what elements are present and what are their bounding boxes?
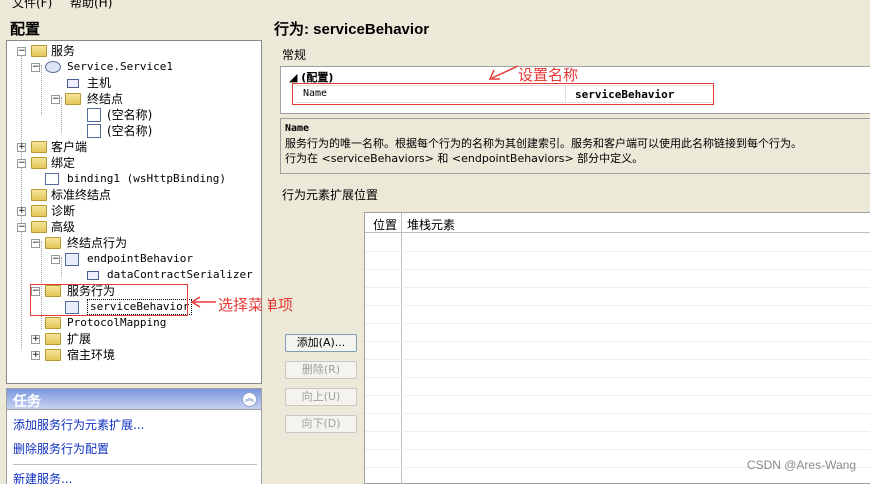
- collapse-icon[interactable]: −: [51, 255, 60, 264]
- tree-node-advanced[interactable]: − 高级: [17, 219, 137, 235]
- folder-icon: [45, 317, 61, 329]
- folder-icon: [65, 93, 81, 105]
- expand-icon[interactable]: +: [17, 143, 26, 152]
- grid-row-line: [365, 413, 870, 414]
- annotation-set-name: 设置名称: [518, 66, 579, 84]
- column-stack-element[interactable]: 堆栈元素: [407, 216, 455, 233]
- watermark: CSDN @Ares-Wang: [746, 458, 856, 472]
- folder-icon: [31, 221, 47, 233]
- behavior-icon: [65, 253, 79, 266]
- property-description: Name 服务行为的唯一名称。根据每个行为的名称为其创建索引。服务和客户端可以使…: [280, 118, 870, 174]
- grid-row-line: [365, 305, 870, 306]
- remove-button[interactable]: 删除(R): [285, 361, 357, 379]
- page-title-text: 行为: serviceBehavior: [274, 21, 430, 38]
- tree-node-extensions[interactable]: + 扩展: [31, 331, 151, 347]
- tree-node-std-endpoints[interactable]: 标准终结点: [17, 187, 157, 203]
- folder-icon: [45, 333, 61, 345]
- annotation-select-box: [30, 284, 188, 316]
- page-title: 行为: serviceBehavior: [270, 16, 870, 42]
- splitter[interactable]: [264, 14, 268, 484]
- folder-icon: [31, 45, 47, 57]
- grid-row-line: [365, 377, 870, 378]
- expand-icon[interactable]: +: [31, 335, 40, 344]
- collapse-icon[interactable]: −: [17, 223, 26, 232]
- collapse-icon[interactable]: −: [51, 95, 60, 104]
- folder-icon: [45, 237, 61, 249]
- tree-node-hosting[interactable]: + 宿主环境: [31, 347, 151, 363]
- annotation-select-item: 选择菜单项: [218, 296, 294, 314]
- folder-icon: [31, 141, 47, 153]
- add-button[interactable]: 添加(A)...: [285, 334, 357, 352]
- task-new-service[interactable]: 新建服务...: [13, 470, 72, 484]
- grid-row-line: [365, 323, 870, 324]
- tree-node-protocol-mapping[interactable]: ProtocolMapping: [31, 315, 191, 331]
- annotation-name-box: [292, 83, 714, 105]
- menu-file[interactable]: 文件(F): [12, 0, 52, 11]
- task-separator: [13, 464, 257, 465]
- description-line-2: 行为在 <serviceBehaviors> 和 <endpointBehavi…: [285, 152, 644, 165]
- task-add-extension[interactable]: 添加服务行为元素扩展...: [13, 416, 144, 433]
- endpoint-icon: [87, 124, 101, 138]
- move-up-button[interactable]: 向上(U): [285, 388, 357, 406]
- grid-row-line: [365, 341, 870, 342]
- host-icon: [67, 79, 79, 88]
- tasks-header: 任务 ︽: [6, 388, 262, 410]
- config-tree[interactable]: − 服务 − Service.Service1 主机 − 终结点 (空名称) (…: [6, 40, 262, 384]
- grid-row-line: [365, 395, 870, 396]
- tree-node-dcs[interactable]: dataContractSerializer: [71, 267, 261, 283]
- grid-row-line: [365, 269, 870, 270]
- folder-icon: [31, 205, 47, 217]
- tree-node-service1[interactable]: − Service.Service1: [31, 59, 231, 75]
- tree-node-bindings[interactable]: − 绑定: [17, 155, 137, 171]
- expand-icon[interactable]: +: [31, 351, 40, 360]
- tree-node-host[interactable]: 主机: [51, 75, 171, 91]
- endpoint-icon: [87, 108, 101, 122]
- task-delete-behavior[interactable]: 删除服务行为配置: [13, 440, 109, 457]
- grid-header: 位置 堆栈元素: [365, 213, 870, 233]
- tree-node-endpoints[interactable]: − 终结点: [51, 91, 171, 107]
- tree-node-endpoint-behaviors[interactable]: − 终结点行为: [31, 235, 171, 251]
- element-icon: [87, 271, 99, 280]
- folder-icon: [45, 349, 61, 361]
- menu-bar: 文件(F) 帮助(H): [0, 0, 870, 12]
- general-section-label: 常规: [282, 48, 307, 62]
- service-icon: [45, 61, 61, 73]
- tree-node-diagnostics[interactable]: + 诊断: [17, 203, 137, 219]
- tree-node-endpoint-empty1[interactable]: (空名称): [71, 107, 191, 123]
- grid-row-line: [365, 431, 870, 432]
- grid-row-line: [365, 251, 870, 252]
- binding-icon: [45, 173, 59, 185]
- collapse-icon[interactable]: −: [17, 159, 26, 168]
- grid-row-line: [365, 449, 870, 450]
- extension-grid[interactable]: 位置 堆栈元素: [364, 212, 870, 484]
- annotation-arrow-icon: [488, 65, 519, 80]
- extension-section-label: 行为元素扩展位置: [282, 188, 379, 202]
- tasks-title: 任务: [13, 394, 41, 410]
- folder-icon: [31, 189, 47, 201]
- description-title: Name: [285, 123, 310, 134]
- tree-node-endpoint-empty2[interactable]: (空名称): [71, 123, 191, 139]
- annotation-arrow-icon: [190, 296, 216, 308]
- tree-node-client[interactable]: + 客户端: [17, 139, 137, 155]
- folder-icon: [31, 157, 47, 169]
- column-divider: [401, 213, 402, 233]
- collapse-icon[interactable]: −: [17, 47, 26, 56]
- tree-node-binding1[interactable]: binding1 (wsHttpBinding): [31, 171, 251, 187]
- grid-row-line: [365, 287, 870, 288]
- config-panel-title: 配置: [6, 18, 262, 40]
- expand-icon[interactable]: +: [17, 207, 26, 216]
- grid-row-line: [365, 359, 870, 360]
- move-down-button[interactable]: 向下(D): [285, 415, 357, 433]
- collapse-icon[interactable]: −: [31, 239, 40, 248]
- chevron-up-icon[interactable]: ︽: [242, 392, 257, 407]
- description-line-1: 服务行为的唯一名称。根据每个行为的名称为其创建索引。服务和客户端可以使用此名称链…: [285, 137, 802, 150]
- collapse-icon[interactable]: −: [31, 63, 40, 72]
- menu-help[interactable]: 帮助(H): [70, 0, 112, 11]
- tasks-panel: 添加服务行为元素扩展... 删除服务行为配置 新建服务...: [6, 410, 262, 484]
- tree-node-endpoint-behavior[interactable]: − endpointBehavior: [51, 251, 231, 267]
- tree-node-services[interactable]: − 服务: [17, 43, 137, 59]
- column-position[interactable]: 位置: [373, 216, 397, 233]
